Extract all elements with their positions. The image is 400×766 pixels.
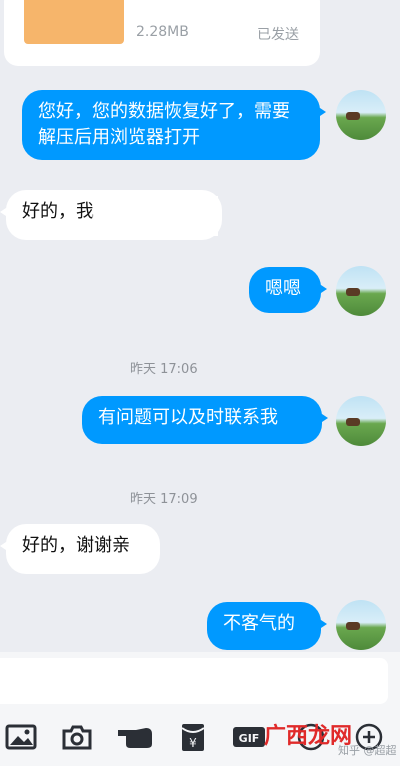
composer: ¥ GIF 广西龙网 知乎 @超超 bbox=[0, 652, 400, 766]
emoji-hand-icon[interactable] bbox=[116, 722, 154, 752]
message-bubble-out[interactable]: 您好，您的数据恢复好了，需要解压后用浏览器打开 bbox=[22, 90, 326, 160]
chat-area: 2.28MB 已发送 您好，您的数据恢复好了，需要解压后用浏览器打开 好的，我 … bbox=[0, 0, 400, 652]
watermark-credit: 知乎 @超超 bbox=[338, 744, 397, 757]
avatar-cow-icon bbox=[346, 418, 360, 426]
avatar[interactable] bbox=[336, 266, 386, 316]
avatar-cow-icon bbox=[346, 288, 360, 296]
svg-text:¥: ¥ bbox=[189, 736, 197, 750]
camera-icon[interactable] bbox=[60, 722, 94, 752]
message-bubble-out[interactable]: 有问题可以及时联系我 bbox=[82, 396, 328, 444]
gif-icon[interactable]: GIF bbox=[232, 722, 266, 752]
file-thumbnail bbox=[24, 0, 124, 44]
message-bubble-out[interactable]: 嗯嗯 bbox=[249, 267, 327, 313]
composer-toolbar: ¥ GIF 广西龙网 知乎 @超超 bbox=[0, 714, 400, 758]
file-status: 已发送 bbox=[257, 27, 299, 43]
avatar[interactable] bbox=[336, 90, 386, 140]
file-size: 2.28MB bbox=[136, 24, 189, 40]
message-bubble-in[interactable]: 好的，谢谢亲 bbox=[0, 524, 160, 574]
message-bubble-out[interactable]: 不客气的 bbox=[207, 602, 327, 650]
timestamp: 昨天 17:06 bbox=[130, 362, 198, 377]
image-icon[interactable] bbox=[4, 722, 38, 752]
svg-text:GIF: GIF bbox=[239, 732, 260, 745]
red-packet-icon[interactable]: ¥ bbox=[176, 722, 210, 752]
timestamp: 昨天 17:09 bbox=[130, 492, 198, 507]
avatar-cow-icon bbox=[346, 622, 360, 630]
message-input[interactable] bbox=[0, 658, 388, 704]
redaction-smudge bbox=[92, 196, 218, 236]
avatar[interactable] bbox=[336, 396, 386, 446]
avatar[interactable] bbox=[336, 600, 386, 650]
avatar-cow-icon bbox=[346, 112, 360, 120]
file-message-card[interactable]: 2.28MB 已发送 bbox=[4, 0, 320, 66]
